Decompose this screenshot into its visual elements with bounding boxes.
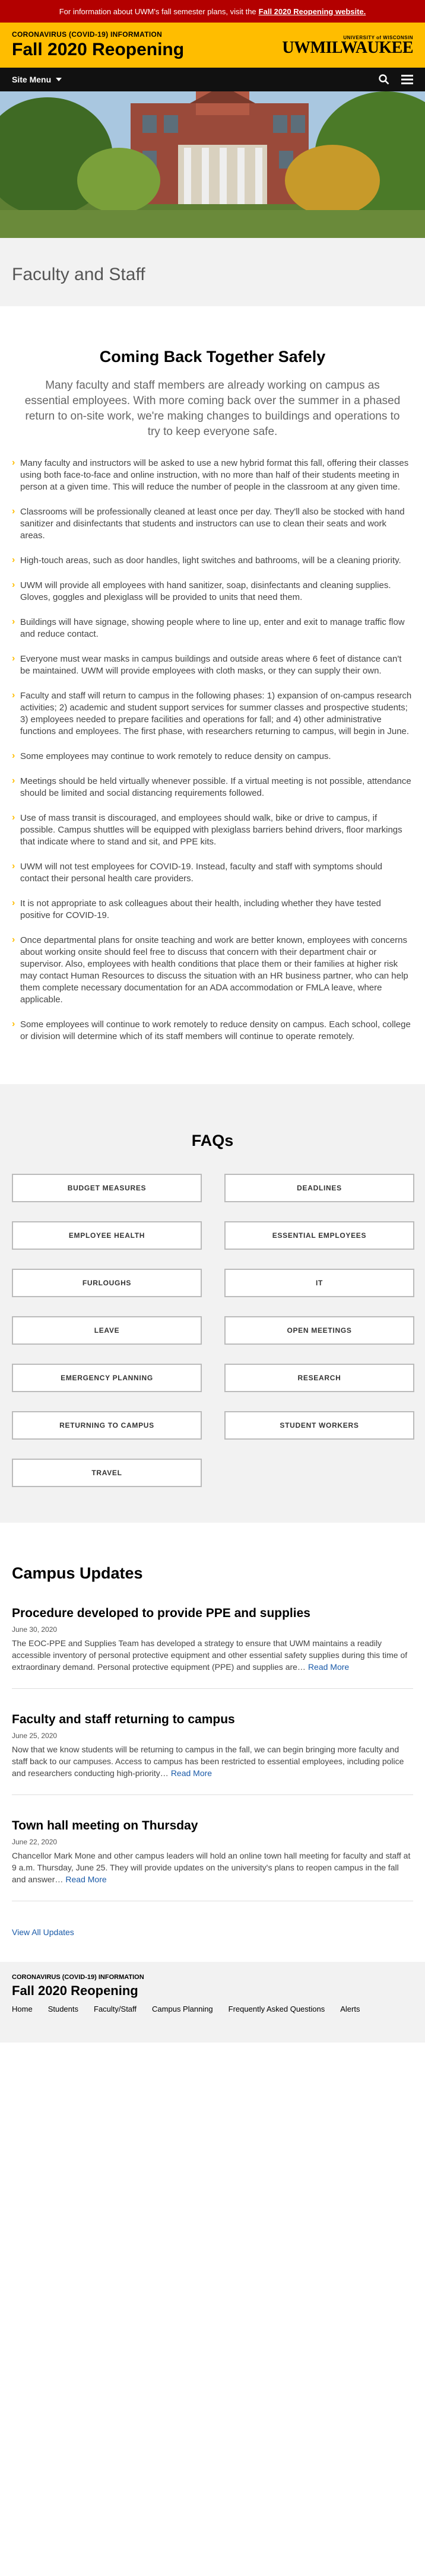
site-kicker: CORONAVIRUS (COVID-19) INFORMATION [12, 30, 163, 39]
faq-budget-measures-button[interactable]: BUDGET MEASURES [12, 1174, 202, 1202]
list-item: Faculty and staff will return to campus … [12, 690, 413, 738]
footer-nav-faculty-staff[interactable]: Faculty/Staff [94, 2005, 137, 2013]
list-item: Use of mass transit is discouraged, and … [12, 812, 413, 848]
site-title-block[interactable]: CORONAVIRUS (COVID-19) INFORMATION Fall … [12, 30, 184, 60]
post-title[interactable]: Faculty and staff returning to campus [12, 1713, 413, 1727]
campus-updates-section: Campus Updates Procedure developed to pr… [0, 1523, 425, 1962]
post-date: June 22, 2020 [12, 1838, 58, 1846]
faq-emergency-planning-button[interactable]: EMERGENCY PLANNING [12, 1364, 202, 1392]
footer-nav-students[interactable]: Students [48, 2005, 78, 2013]
faq-travel-button[interactable]: TRAVEL [12, 1459, 202, 1487]
hamburger-icon[interactable] [401, 75, 413, 84]
list-item: Everyone must wear masks in campus build… [12, 653, 413, 677]
site-footer: CORONAVIRUS (COVID-19) INFORMATION Fall … [0, 1962, 425, 2043]
intro-section: Coming Back Together Safely Many faculty… [0, 306, 425, 440]
update-post: Faculty and staff returning to campus Ju… [12, 1713, 413, 1795]
alert-banner: For information about UWM's fall semeste… [0, 0, 425, 23]
reopening-link[interactable]: Fall 2020 Reopening website. [259, 7, 366, 16]
list-item: High-touch areas, such as door handles, … [12, 554, 413, 567]
view-all-updates-link[interactable]: View All Updates [12, 1927, 74, 1937]
logo-wordmark: UWMILWAUKEE [282, 38, 413, 57]
intro-text: Many faculty and staff members are alrea… [24, 379, 401, 438]
read-more-link[interactable]: Read More [171, 1768, 212, 1778]
footer-nav-campus-planning[interactable]: Campus Planning [152, 2005, 213, 2013]
update-post: Procedure developed to provide PPE and s… [12, 1606, 413, 1689]
list-item: Meetings should be held virtually whenev… [12, 775, 413, 799]
faqs-heading: FAQs [191, 1132, 234, 1149]
footer-nav-alerts[interactable]: Alerts [340, 2005, 360, 2013]
faq-employee-health-button[interactable]: EMPLOYEE HEALTH [12, 1221, 202, 1250]
footer-nav-home[interactable]: Home [12, 2005, 33, 2013]
read-more-link[interactable]: Read More [65, 1875, 106, 1884]
brand-header: CORONAVIRUS (COVID-19) INFORMATION Fall … [0, 23, 425, 68]
post-date: June 25, 2020 [12, 1732, 58, 1740]
list-item: Some employees may continue to work remo… [12, 750, 413, 763]
site-menu-button[interactable]: Site Menu [12, 75, 62, 84]
list-item: Once departmental plans for onsite teach… [12, 934, 413, 1006]
post-date: June 30, 2020 [12, 1625, 58, 1634]
page-title-band: Faculty and Staff [0, 238, 425, 306]
list-item: UWM will provide all employees with hand… [12, 579, 413, 603]
faq-leave-button[interactable]: LEAVE [12, 1316, 202, 1345]
site-menu-label: Site Menu [12, 75, 52, 84]
site-menu-bar: Site Menu [0, 68, 425, 91]
faq-deadlines-button[interactable]: DEADLINES [224, 1174, 414, 1202]
intro-heading: Coming Back Together Safely [99, 348, 326, 366]
chevron-down-icon [56, 78, 62, 81]
list-item: It is not appropriate to ask colleagues … [12, 897, 413, 922]
post-title[interactable]: Town hall meeting on Thursday [12, 1819, 413, 1833]
faqs-section: FAQs BUDGET MEASURES DEADLINES EMPLOYEE … [0, 1084, 425, 1523]
faq-essential-employees-button[interactable]: ESSENTIAL EMPLOYEES [224, 1221, 414, 1250]
faq-button-grid: BUDGET MEASURES DEADLINES EMPLOYEE HEALT… [12, 1174, 414, 1487]
faq-research-button[interactable]: RESEARCH [224, 1364, 414, 1392]
campus-building-illustration [0, 91, 425, 238]
faq-open-meetings-button[interactable]: OPEN MEETINGS [224, 1316, 414, 1345]
list-item: Classrooms will be professionally cleane… [12, 506, 413, 542]
site-title[interactable]: Fall 2020 Reopening [12, 40, 184, 60]
hero-campus-image [0, 91, 425, 238]
faq-furloughs-button[interactable]: FURLOUGHS [12, 1269, 202, 1297]
faq-student-workers-button[interactable]: STUDENT WORKERS [224, 1411, 414, 1440]
footer-nav-faq[interactable]: Frequently Asked Questions [229, 2005, 325, 2013]
faq-it-button[interactable]: IT [224, 1269, 414, 1297]
list-item: UWM will not test employees for COVID-19… [12, 860, 413, 885]
post-title[interactable]: Procedure developed to provide PPE and s… [12, 1606, 413, 1621]
safety-measures-list: Many faculty and instructors will be ask… [0, 440, 425, 1043]
footer-kicker: CORONAVIRUS (COVID-19) INFORMATION [12, 1974, 144, 1981]
faq-returning-to-campus-button[interactable]: RETURNING TO CAMPUS [12, 1411, 202, 1440]
search-icon[interactable] [379, 74, 389, 85]
footer-title[interactable]: Fall 2020 Reopening [12, 1983, 413, 1999]
updates-heading: Campus Updates [12, 1564, 143, 1582]
read-more-link[interactable]: Read More [308, 1662, 349, 1672]
alert-text: For information about UWM's fall semeste… [59, 7, 256, 16]
update-post: Town hall meeting on Thursday June 22, 2… [12, 1819, 413, 1901]
list-item: Many faculty and instructors will be ask… [12, 457, 413, 493]
page-title: Faculty and Staff [12, 265, 145, 284]
uwm-logo[interactable]: UNIVERSITY of WISCONSIN UWMILWAUKEE [282, 35, 413, 56]
list-item: Buildings will have signage, showing peo… [12, 616, 413, 640]
list-item: Some employees will continue to work rem… [12, 1018, 413, 1043]
footer-nav: Home Students Faculty/Staff Campus Plann… [12, 2005, 413, 2013]
